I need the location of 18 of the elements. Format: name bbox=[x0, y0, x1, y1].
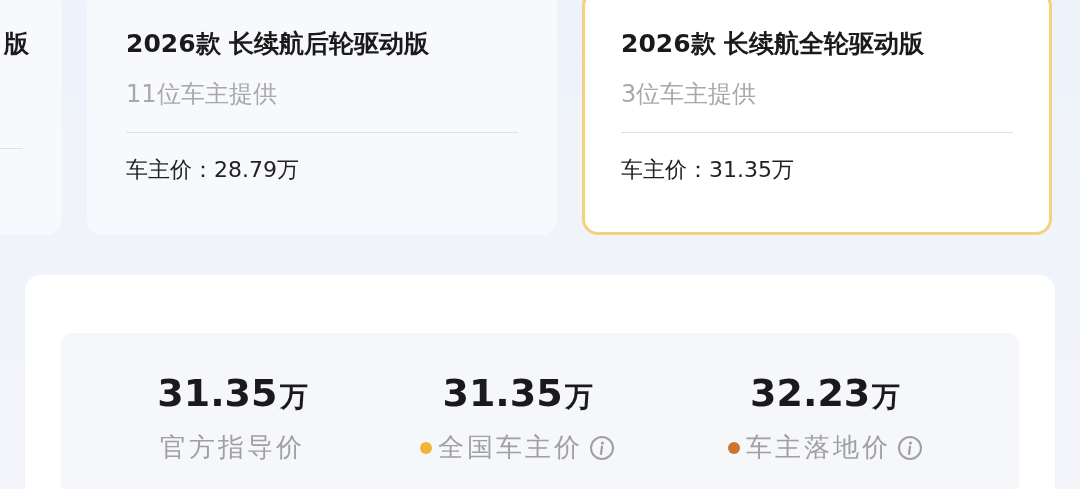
trim-card[interactable]: 2026款 长续航后轮驱动版 11位车主提供 车主价：28.79万 bbox=[87, 0, 557, 235]
trim-title: 2026款 长续航全轮驱动版 bbox=[621, 28, 925, 60]
trim-title: 版 bbox=[4, 28, 29, 60]
price-value: 31.35万 bbox=[157, 371, 308, 416]
price-label: 全国车主价 bbox=[438, 431, 584, 464]
owner-price: 车主价：31.35万 bbox=[621, 156, 795, 184]
price-value: 31.35万 bbox=[442, 371, 593, 416]
owner-count: 11位车主提供 bbox=[126, 79, 278, 110]
trim-card[interactable]: 版 bbox=[0, 0, 62, 235]
info-icon[interactable] bbox=[589, 434, 616, 461]
trim-card[interactable]: 2026款 长续航全轮驱动版 3位车主提供 车主价：31.35万 bbox=[582, 0, 1052, 235]
price-label: 官方指导价 bbox=[159, 431, 305, 464]
price-value: 32.23万 bbox=[750, 371, 901, 416]
info-icon[interactable] bbox=[896, 434, 923, 461]
price-label: 车主落地价 bbox=[745, 431, 891, 464]
trim-title: 2026款 长续航后轮驱动版 bbox=[126, 28, 430, 60]
owner-count: 3位车主提供 bbox=[621, 79, 758, 110]
owner-price: 车主价：28.79万 bbox=[126, 156, 300, 184]
